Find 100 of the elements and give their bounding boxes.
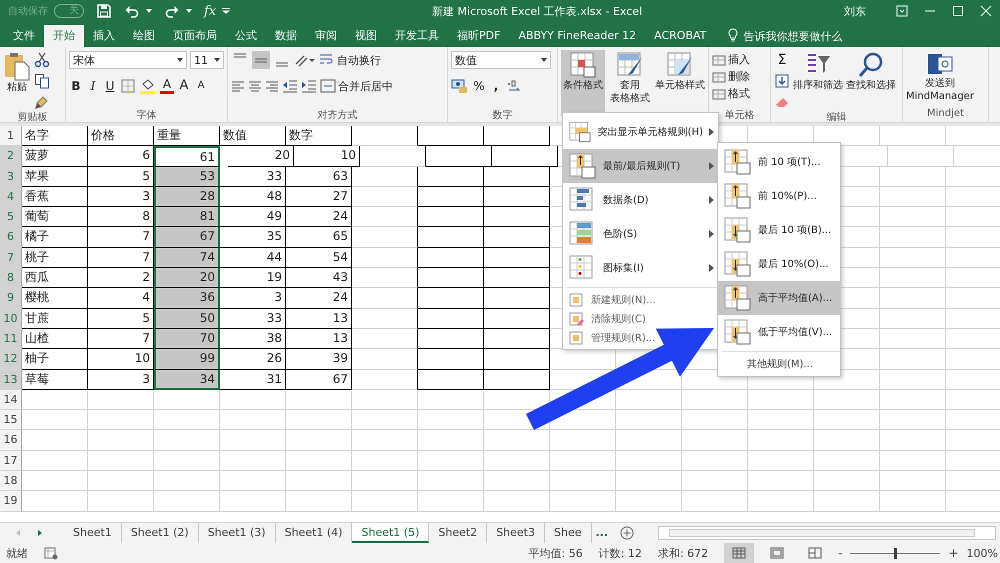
ribbon-tab[interactable]: 视图 bbox=[346, 25, 386, 47]
row-number[interactable]: 10 bbox=[0, 308, 22, 329]
menu-item[interactable]: 最后 10 项(B)... bbox=[718, 213, 840, 247]
caret-icon[interactable] bbox=[186, 9, 192, 13]
ribbon-tab[interactable]: 公式 bbox=[226, 25, 266, 47]
row-number[interactable]: 17 bbox=[0, 450, 22, 472]
styles-button[interactable]: 单元格样式 bbox=[655, 50, 705, 116]
menu-item[interactable]: 色阶(S) bbox=[563, 217, 718, 251]
menu-item[interactable]: 清除规则(C) bbox=[563, 309, 718, 328]
scroll-right-icon[interactable] bbox=[36, 529, 44, 537]
cells-button[interactable]: 删除 bbox=[712, 69, 767, 84]
zoom-level[interactable]: 100% bbox=[966, 546, 998, 560]
cells-button[interactable]: 格式 bbox=[712, 86, 767, 101]
row-number[interactable]: 15 bbox=[0, 410, 22, 430]
sheet-tab[interactable]: Sheet1 (5) bbox=[352, 523, 430, 543]
vertical-align-button[interactable] bbox=[252, 51, 270, 69]
maximize-icon[interactable] bbox=[952, 5, 964, 17]
ribbon-display-icon[interactable] bbox=[896, 5, 908, 17]
row-number[interactable]: 19 bbox=[0, 491, 22, 512]
borders-icon[interactable] bbox=[120, 78, 136, 94]
shrink-font-button[interactable]: A bbox=[194, 78, 208, 94]
tell-me-field[interactable]: 告诉我你想要做什么 bbox=[743, 25, 864, 47]
ribbon-tab[interactable]: ABBYY FineReader 12 bbox=[509, 25, 646, 47]
menu-item[interactable]: 新建规则(N)... bbox=[563, 290, 718, 309]
copy-icon[interactable] bbox=[34, 73, 50, 89]
row-number[interactable]: 9 bbox=[0, 288, 22, 309]
cut-icon[interactable] bbox=[34, 52, 50, 68]
menu-item[interactable]: 数据条(D) bbox=[563, 183, 718, 217]
decrease-indent-icon[interactable] bbox=[282, 79, 298, 93]
menu-item[interactable]: 最后 10%(O)... bbox=[718, 247, 840, 281]
paste-button[interactable]: 粘贴 bbox=[3, 50, 31, 95]
row-number[interactable]: 13 bbox=[0, 370, 22, 390]
zoom-in-button[interactable]: + bbox=[948, 546, 959, 560]
save-icon[interactable] bbox=[96, 3, 112, 19]
menu-item[interactable]: 前 10 项(T)... bbox=[718, 145, 840, 179]
font-name-field[interactable]: 宋体 bbox=[69, 51, 187, 69]
row-number[interactable]: 7 bbox=[0, 248, 22, 268]
ribbon-tab[interactable]: 页面布局 bbox=[164, 25, 226, 47]
bold-button[interactable]: B bbox=[69, 78, 83, 94]
editing-button[interactable]: 查找和选择 bbox=[846, 50, 896, 93]
grow-font-button[interactable]: A bbox=[177, 78, 191, 94]
percent-button[interactable]: % bbox=[472, 78, 486, 94]
format-painter-icon[interactable] bbox=[34, 94, 50, 110]
menu-item[interactable]: 最前/最后规则(T) bbox=[563, 149, 718, 183]
ribbon-tab[interactable]: 绘图 bbox=[124, 25, 164, 47]
row-number[interactable]: 11 bbox=[0, 328, 22, 350]
menu-item[interactable]: 高于平均值(A)... bbox=[718, 281, 840, 315]
comma-style-button[interactable]: , bbox=[489, 78, 503, 94]
italic-button[interactable]: I bbox=[86, 78, 100, 94]
row-number[interactable]: 3 bbox=[0, 166, 22, 187]
menu-item[interactable]: 其他规则(M)... bbox=[718, 354, 840, 374]
caret-icon[interactable] bbox=[177, 58, 183, 62]
row-number[interactable]: 6 bbox=[0, 227, 22, 248]
ribbon-tab[interactable]: 文件 bbox=[4, 25, 44, 47]
merge-center-button[interactable]: 合并后居中 bbox=[320, 78, 393, 94]
redo-icon[interactable] bbox=[164, 3, 180, 19]
styles-button[interactable]: 条件格式 bbox=[561, 50, 605, 116]
ribbon-tab[interactable]: 插入 bbox=[84, 25, 124, 47]
caret-icon[interactable] bbox=[214, 58, 220, 62]
normal-view-icon-button[interactable] bbox=[724, 543, 754, 563]
styles-button[interactable]: 套用 表格格式 bbox=[608, 50, 652, 116]
text-align-icon[interactable] bbox=[248, 79, 262, 93]
horizontal-scrollbar[interactable] bbox=[658, 526, 996, 540]
caret-icon[interactable] bbox=[146, 9, 152, 13]
ribbon-tab[interactable]: 开始 bbox=[44, 25, 84, 47]
zoom-slider-thumb[interactable] bbox=[894, 548, 898, 558]
fill-down-icon[interactable] bbox=[774, 73, 790, 89]
font-size-field[interactable]: 11 bbox=[190, 51, 224, 69]
row-number[interactable]: 1 bbox=[0, 126, 22, 146]
number-format-field[interactable]: 数值 bbox=[451, 51, 551, 69]
editing-button[interactable]: 排序和筛选 bbox=[793, 50, 843, 93]
row-number[interactable]: 4 bbox=[0, 186, 22, 208]
currency-icon[interactable] bbox=[451, 78, 469, 94]
caret-icon[interactable] bbox=[541, 58, 547, 62]
text-align-icon[interactable] bbox=[265, 79, 279, 93]
send-to-mindmanager-button[interactable]: 发送到 MindManager bbox=[906, 50, 974, 104]
menu-item[interactable]: 低于平均值(V)... bbox=[718, 315, 840, 349]
ribbon-tab[interactable]: 审阅 bbox=[306, 25, 346, 47]
menu-item[interactable]: 管理规则(R)... bbox=[563, 328, 718, 347]
text-align-icon[interactable] bbox=[231, 79, 245, 93]
ribbon-tab[interactable]: 数据 bbox=[266, 25, 306, 47]
customize-caret-icon[interactable] bbox=[222, 8, 230, 14]
user-name[interactable]: 刘东 bbox=[844, 4, 866, 18]
autosum-button[interactable]: Σ bbox=[774, 52, 790, 68]
cells-button[interactable]: 插入 bbox=[712, 52, 767, 67]
close-icon[interactable] bbox=[980, 5, 992, 17]
fill-color-icon[interactable] bbox=[139, 78, 157, 94]
add-sheet-icon[interactable] bbox=[620, 526, 634, 540]
row-number[interactable]: 8 bbox=[0, 268, 22, 288]
row-number[interactable]: 16 bbox=[0, 430, 22, 451]
row-number[interactable]: 5 bbox=[0, 207, 22, 228]
more-sheets-button[interactable]: ... bbox=[592, 523, 612, 543]
underline-button[interactable]: U bbox=[103, 78, 117, 94]
zoom-out-button[interactable]: - bbox=[838, 546, 842, 560]
wrap-text-button[interactable]: 自动换行 bbox=[319, 52, 381, 68]
macro-record-icon[interactable] bbox=[44, 546, 58, 560]
menu-item[interactable]: 前 10%(P)... bbox=[718, 179, 840, 213]
font-color-button[interactable]: A bbox=[160, 78, 174, 94]
ribbon-tab[interactable]: 开发工具 bbox=[386, 25, 448, 47]
ribbon-tab[interactable]: ACROBAT bbox=[645, 25, 716, 47]
